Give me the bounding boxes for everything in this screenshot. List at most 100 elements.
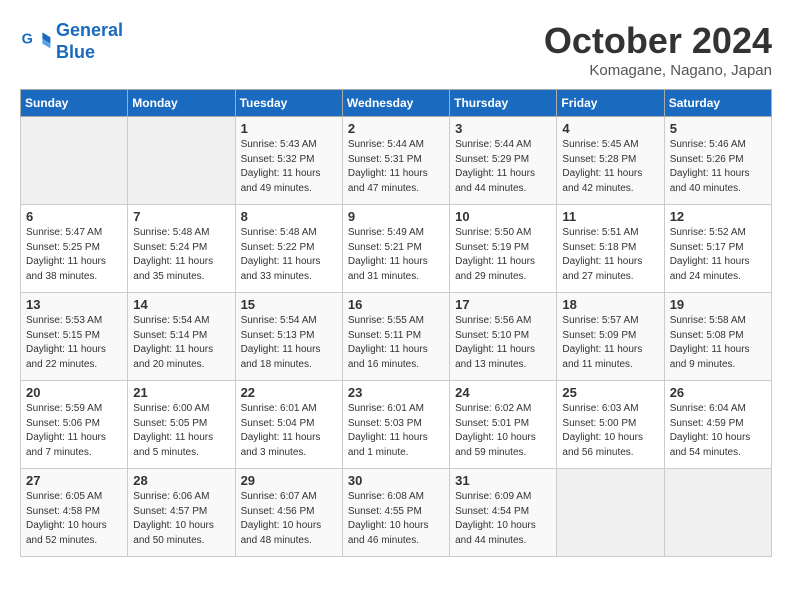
day-content: Sunrise: 6:07 AM Sunset: 4:56 PM Dayligh… bbox=[241, 490, 337, 548]
day-number: 19 bbox=[670, 297, 766, 312]
day-number: 7 bbox=[133, 209, 229, 224]
calendar-cell bbox=[21, 117, 128, 205]
day-number: 9 bbox=[348, 209, 444, 224]
column-header-monday: Monday bbox=[128, 90, 235, 117]
svg-text:G: G bbox=[22, 31, 33, 47]
calendar-cell: 21 Sunrise: 6:00 AM Sunset: 5:05 PM Dayli… bbox=[128, 381, 235, 469]
day-content: Sunrise: 5:59 AM Sunset: 5:06 PM Dayligh… bbox=[26, 402, 122, 460]
day-content: Sunrise: 6:08 AM Sunset: 4:55 PM Dayligh… bbox=[348, 490, 444, 548]
day-number: 26 bbox=[670, 385, 766, 400]
day-number: 4 bbox=[562, 121, 658, 136]
calendar-cell: 8 Sunrise: 5:48 AM Sunset: 5:22 PM Daylig… bbox=[235, 205, 342, 293]
day-content: Sunrise: 5:50 AM Sunset: 5:19 PM Dayligh… bbox=[455, 226, 551, 284]
calendar-week-2: 6Sunrise: 5:47 AM Sunset: 5:25 PM Daylig… bbox=[21, 205, 772, 293]
calendar-cell: 9 Sunrise: 5:49 AM Sunset: 5:21 PM Daylig… bbox=[342, 205, 449, 293]
day-number: 24 bbox=[455, 385, 551, 400]
calendar-cell: 29 Sunrise: 6:07 AM Sunset: 4:56 PM Dayli… bbox=[235, 469, 342, 557]
calendar-cell: 12Sunrise: 5:52 AM Sunset: 5:17 PM Dayli… bbox=[664, 205, 771, 293]
day-number: 8 bbox=[241, 209, 337, 224]
day-number: 5 bbox=[670, 121, 766, 136]
day-number: 3 bbox=[455, 121, 551, 136]
day-content: Sunrise: 5:53 AM Sunset: 5:15 PM Dayligh… bbox=[26, 314, 122, 372]
day-number: 21 bbox=[133, 385, 229, 400]
day-content: Sunrise: 6:04 AM Sunset: 4:59 PM Dayligh… bbox=[670, 402, 766, 460]
page-header: G General Blue October 2024 Komagane, Na… bbox=[20, 20, 772, 79]
day-content: Sunrise: 5:58 AM Sunset: 5:08 PM Dayligh… bbox=[670, 314, 766, 372]
day-number: 27 bbox=[26, 473, 122, 488]
day-number: 2 bbox=[348, 121, 444, 136]
calendar-table: SundayMondayTuesdayWednesdayThursdayFrid… bbox=[20, 89, 772, 557]
calendar-cell: 22 Sunrise: 6:01 AM Sunset: 5:04 PM Dayli… bbox=[235, 381, 342, 469]
day-number: 10 bbox=[455, 209, 551, 224]
day-number: 31 bbox=[455, 473, 551, 488]
day-number: 15 bbox=[241, 297, 337, 312]
day-content: Sunrise: 5:48 AM Sunset: 5:22 PM Dayligh… bbox=[241, 226, 337, 284]
calendar-cell: 24Sunrise: 6:02 AM Sunset: 5:01 PM Dayli… bbox=[450, 381, 557, 469]
logo-icon: G bbox=[20, 26, 52, 58]
calendar-cell: 31 Sunrise: 6:09 AM Sunset: 4:54 PM Dayli… bbox=[450, 469, 557, 557]
column-header-thursday: Thursday bbox=[450, 90, 557, 117]
calendar-cell: 18 Sunrise: 5:57 AM Sunset: 5:09 PM Dayli… bbox=[557, 293, 664, 381]
day-content: Sunrise: 5:54 AM Sunset: 5:13 PM Dayligh… bbox=[241, 314, 337, 372]
calendar-cell: 14 Sunrise: 5:54 AM Sunset: 5:14 PM Dayli… bbox=[128, 293, 235, 381]
calendar-cell: 15 Sunrise: 5:54 AM Sunset: 5:13 PM Dayli… bbox=[235, 293, 342, 381]
calendar-cell: 5 Sunrise: 5:46 AM Sunset: 5:26 PM Daylig… bbox=[664, 117, 771, 205]
calendar-cell: 19 Sunrise: 5:58 AM Sunset: 5:08 PM Dayli… bbox=[664, 293, 771, 381]
calendar-cell: 30 Sunrise: 6:08 AM Sunset: 4:55 PM Dayli… bbox=[342, 469, 449, 557]
calendar-cell: 2 Sunrise: 5:44 AM Sunset: 5:31 PM Daylig… bbox=[342, 117, 449, 205]
day-content: Sunrise: 6:01 AM Sunset: 5:03 PM Dayligh… bbox=[348, 402, 444, 460]
logo: G General Blue bbox=[20, 20, 123, 63]
day-content: Sunrise: 5:45 AM Sunset: 5:28 PM Dayligh… bbox=[562, 138, 658, 196]
calendar-cell: 7Sunrise: 5:48 AM Sunset: 5:24 PM Daylig… bbox=[128, 205, 235, 293]
day-number: 13 bbox=[26, 297, 122, 312]
calendar-week-4: 20 Sunrise: 5:59 AM Sunset: 5:06 PM Dayli… bbox=[21, 381, 772, 469]
day-content: Sunrise: 5:51 AM Sunset: 5:18 PM Dayligh… bbox=[562, 226, 658, 284]
calendar-cell: 1Sunrise: 5:43 AM Sunset: 5:32 PM Daylig… bbox=[235, 117, 342, 205]
day-content: Sunrise: 5:47 AM Sunset: 5:25 PM Dayligh… bbox=[26, 226, 122, 284]
day-number: 18 bbox=[562, 297, 658, 312]
day-number: 20 bbox=[26, 385, 122, 400]
day-content: Sunrise: 6:01 AM Sunset: 5:04 PM Dayligh… bbox=[241, 402, 337, 460]
column-header-friday: Friday bbox=[557, 90, 664, 117]
day-number: 14 bbox=[133, 297, 229, 312]
day-content: Sunrise: 6:03 AM Sunset: 5:00 PM Dayligh… bbox=[562, 402, 658, 460]
column-header-wednesday: Wednesday bbox=[342, 90, 449, 117]
calendar-cell bbox=[557, 469, 664, 557]
day-content: Sunrise: 5:49 AM Sunset: 5:21 PM Dayligh… bbox=[348, 226, 444, 284]
day-content: Sunrise: 6:09 AM Sunset: 4:54 PM Dayligh… bbox=[455, 490, 551, 548]
calendar-cell: 17Sunrise: 5:56 AM Sunset: 5:10 PM Dayli… bbox=[450, 293, 557, 381]
calendar-cell: 23 Sunrise: 6:01 AM Sunset: 5:03 PM Dayli… bbox=[342, 381, 449, 469]
day-content: Sunrise: 5:54 AM Sunset: 5:14 PM Dayligh… bbox=[133, 314, 229, 372]
day-number: 22 bbox=[241, 385, 337, 400]
calendar-header-row: SundayMondayTuesdayWednesdayThursdayFrid… bbox=[21, 90, 772, 117]
day-content: Sunrise: 5:55 AM Sunset: 5:11 PM Dayligh… bbox=[348, 314, 444, 372]
calendar-cell: 6Sunrise: 5:47 AM Sunset: 5:25 PM Daylig… bbox=[21, 205, 128, 293]
calendar-cell: 3 Sunrise: 5:44 AM Sunset: 5:29 PM Daylig… bbox=[450, 117, 557, 205]
logo-line2: Blue bbox=[56, 42, 95, 62]
day-content: Sunrise: 5:44 AM Sunset: 5:29 PM Dayligh… bbox=[455, 138, 551, 196]
day-content: Sunrise: 6:06 AM Sunset: 4:57 PM Dayligh… bbox=[133, 490, 229, 548]
calendar-cell: 4 Sunrise: 5:45 AM Sunset: 5:28 PM Daylig… bbox=[557, 117, 664, 205]
calendar-cell: 25 Sunrise: 6:03 AM Sunset: 5:00 PM Dayli… bbox=[557, 381, 664, 469]
month-title: October 2024 bbox=[544, 20, 772, 62]
day-content: Sunrise: 5:44 AM Sunset: 5:31 PM Dayligh… bbox=[348, 138, 444, 196]
day-number: 29 bbox=[241, 473, 337, 488]
day-number: 1 bbox=[241, 121, 337, 136]
day-number: 30 bbox=[348, 473, 444, 488]
day-number: 28 bbox=[133, 473, 229, 488]
day-number: 23 bbox=[348, 385, 444, 400]
title-block: October 2024 Komagane, Nagano, Japan bbox=[544, 20, 772, 79]
column-header-tuesday: Tuesday bbox=[235, 90, 342, 117]
calendar-cell: 28 Sunrise: 6:06 AM Sunset: 4:57 PM Dayli… bbox=[128, 469, 235, 557]
day-content: Sunrise: 6:00 AM Sunset: 5:05 PM Dayligh… bbox=[133, 402, 229, 460]
day-content: Sunrise: 5:57 AM Sunset: 5:09 PM Dayligh… bbox=[562, 314, 658, 372]
day-number: 11 bbox=[562, 209, 658, 224]
calendar-cell bbox=[128, 117, 235, 205]
day-number: 16 bbox=[348, 297, 444, 312]
day-number: 25 bbox=[562, 385, 658, 400]
calendar-cell: 11 Sunrise: 5:51 AM Sunset: 5:18 PM Dayli… bbox=[557, 205, 664, 293]
calendar-cell: 26 Sunrise: 6:04 AM Sunset: 4:59 PM Dayli… bbox=[664, 381, 771, 469]
day-number: 12 bbox=[670, 209, 766, 224]
day-content: Sunrise: 5:46 AM Sunset: 5:26 PM Dayligh… bbox=[670, 138, 766, 196]
calendar-week-3: 13 Sunrise: 5:53 AM Sunset: 5:15 PM Dayli… bbox=[21, 293, 772, 381]
